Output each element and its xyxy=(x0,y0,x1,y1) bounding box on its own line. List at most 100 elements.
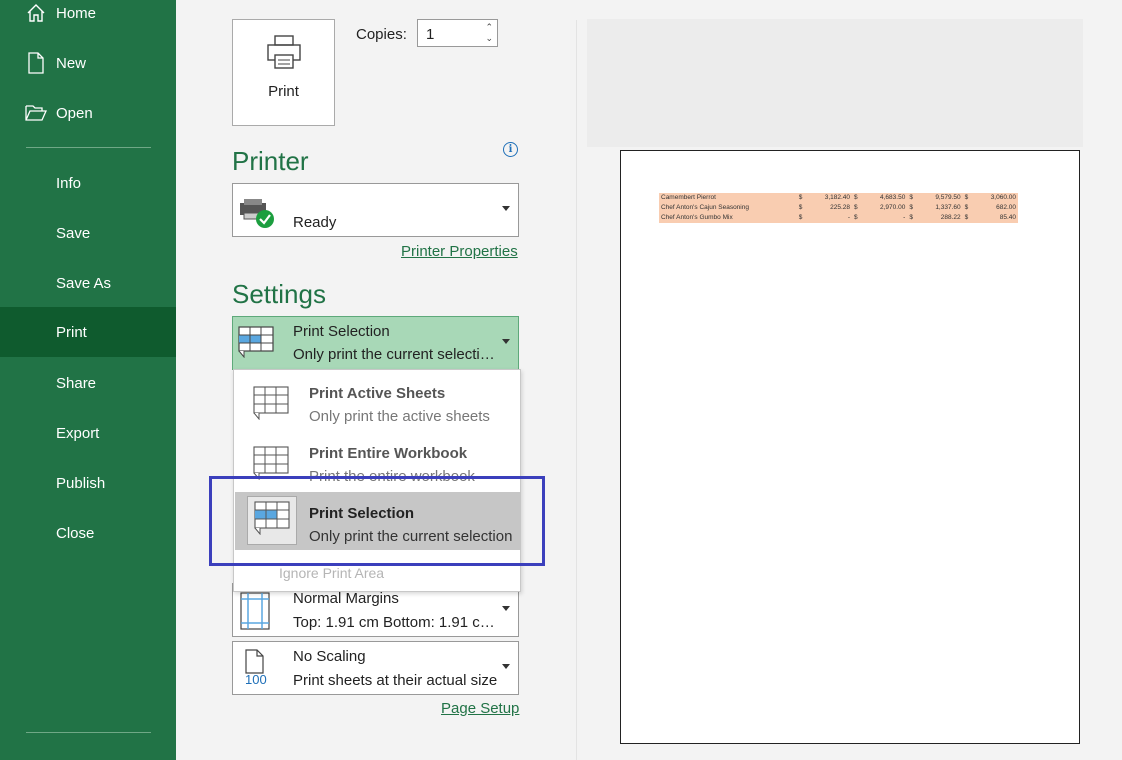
sidebar-item-label: Open xyxy=(56,104,93,122)
sidebar-item-label: Info xyxy=(56,174,82,192)
printer-dropdown[interactable]: Ready xyxy=(232,183,519,237)
menu-item-title: Print Selection xyxy=(309,505,415,522)
chevron-down-icon xyxy=(502,664,510,669)
margins-title: Normal Margins xyxy=(293,590,399,607)
new-document-icon xyxy=(24,51,48,75)
preview-cell: $ xyxy=(907,213,919,223)
preview-row: Camembert Pierrot $3,182.40 $4,683.50 $9,57… xyxy=(659,193,1018,203)
backstage-sidebar: Home New Open Info Save Save As Print Sh… xyxy=(0,0,176,760)
printer-ready-icon xyxy=(238,197,276,236)
preview-cell: - xyxy=(808,213,853,223)
menu-item-print-selection[interactable]: Print Selection Only print the current s… xyxy=(235,492,521,550)
sidebar-item-home[interactable]: Home xyxy=(0,0,176,38)
sidebar-item-label: Publish xyxy=(56,474,106,492)
print-button-label: Print xyxy=(268,83,299,100)
sidebar-item-new[interactable]: New xyxy=(0,38,176,88)
sidebar-item-export[interactable]: Export xyxy=(0,408,176,458)
dropdown-title: Print Selection xyxy=(293,323,390,340)
scaling-title: No Scaling xyxy=(293,648,366,665)
info-icon[interactable]: i xyxy=(503,142,518,157)
sidebar-item-save-as[interactable]: Save As xyxy=(0,258,176,308)
preview-cell: $ xyxy=(907,193,919,203)
preview-cell: 682.00 xyxy=(974,203,1018,213)
menu-item-title: Print Entire Workbook xyxy=(309,445,468,462)
preview-cell: 1,337.60 xyxy=(918,203,963,213)
preview-cell: 3,182.40 xyxy=(808,193,853,203)
chevron-up-icon[interactable]: ⌃ xyxy=(485,22,493,32)
print-what-menu: Print Active Sheets Only print the activ… xyxy=(233,369,521,592)
sidebar-item-publish[interactable]: Publish xyxy=(0,458,176,508)
preview-table: Camembert Pierrot $3,182.40 $4,683.50 $9,57… xyxy=(659,193,1018,223)
margins-subtitle: Top: 1.91 cm Bottom: 1.91 c… xyxy=(293,614,495,631)
home-icon xyxy=(24,1,48,25)
sidebar-item-save[interactable]: Save xyxy=(0,208,176,258)
menu-item-subtitle: Print the entire workbook xyxy=(309,468,475,485)
preview-cell: $ xyxy=(796,213,809,223)
preview-cell: $ xyxy=(852,213,864,223)
sidebar-item-label: Close xyxy=(56,524,95,542)
chevron-down-icon[interactable]: ⌄ xyxy=(485,33,493,43)
chevron-down-icon xyxy=(502,339,510,344)
preview-cell: $ xyxy=(796,203,809,213)
preview-cell: 3,060.00 xyxy=(974,193,1018,203)
copies-value[interactable]: 1 xyxy=(426,26,434,43)
preview-cell: Chef Anton's Gumbo Mix xyxy=(659,213,797,223)
settings-heading: Settings xyxy=(232,279,326,309)
preview-cell: 85.40 xyxy=(974,213,1018,223)
dropdown-subtitle: Only print the current selecti… xyxy=(293,346,495,363)
print-selection-icon xyxy=(247,496,297,545)
preview-cell: 4,683.50 xyxy=(863,193,908,203)
copies-stepper[interactable]: 1 ⌃ ⌄ xyxy=(417,19,498,47)
preview-cell: 288.22 xyxy=(918,213,963,223)
sidebar-item-label: Share xyxy=(56,374,97,392)
menu-item-print-entire-workbook[interactable]: Print Entire Workbook Print the entire w… xyxy=(235,432,520,488)
preview-cell: 9,579.50 xyxy=(918,193,963,203)
sidebar-item-label: New xyxy=(56,54,87,72)
preview-cell: $ xyxy=(962,193,975,203)
preview-cell: $ xyxy=(796,193,809,203)
menu-item-title: Print Active Sheets xyxy=(309,385,446,402)
printer-icon xyxy=(265,34,303,75)
sidebar-divider xyxy=(26,147,151,148)
ignore-print-area-option: Ignore Print Area xyxy=(279,565,385,581)
preview-cell: $ xyxy=(852,203,864,213)
sidebar-item-label: Save xyxy=(56,224,91,242)
print-selection-icon xyxy=(238,326,274,363)
preview-row: Chef Anton's Cajun Seasoning $225.28 $2,97… xyxy=(659,203,1018,213)
menu-item-subtitle: Only print the current selection xyxy=(309,528,513,545)
copies-label: Copies: xyxy=(356,26,407,43)
sidebar-item-open[interactable]: Open xyxy=(0,88,176,138)
sidebar-item-share[interactable]: Share xyxy=(0,358,176,408)
menu-item-print-active-sheets[interactable]: Print Active Sheets Only print the activ… xyxy=(235,372,520,430)
sidebar-divider xyxy=(26,732,151,733)
preview-cell: $ xyxy=(852,193,864,203)
printer-heading: Printer xyxy=(232,146,309,176)
print-what-dropdown[interactable]: Print Selection Only print the current s… xyxy=(232,316,519,370)
scaling-icon-text: 100 xyxy=(245,672,267,687)
preview-cell: $ xyxy=(907,203,919,213)
sidebar-item-label: Home xyxy=(56,4,97,22)
sidebar-item-print[interactable]: Print xyxy=(0,307,176,357)
spin-buttons[interactable]: ⌃ ⌄ xyxy=(485,22,493,44)
sidebar-item-label: Save As xyxy=(56,274,112,292)
printer-properties-link[interactable]: Printer Properties xyxy=(401,243,518,260)
preview-cell: 2,970.00 xyxy=(863,203,908,213)
chevron-down-icon xyxy=(502,606,510,611)
page-setup-link[interactable]: Page Setup xyxy=(441,700,519,717)
pane-divider xyxy=(576,20,577,760)
scaling-subtitle: Print sheets at their actual size xyxy=(293,672,498,689)
entire-workbook-icon xyxy=(253,446,289,485)
sidebar-item-label: Export xyxy=(56,424,100,442)
preview-area xyxy=(587,19,1083,147)
scaling-dropdown[interactable]: 100 No Scaling Print sheets at their act… xyxy=(232,641,519,695)
print-button[interactable]: Print xyxy=(232,19,335,126)
sidebar-item-label: Print xyxy=(56,323,87,341)
open-folder-icon xyxy=(24,101,48,125)
preview-row: Chef Anton's Gumbo Mix $ - $ - $288.22 $85.40 xyxy=(659,213,1018,223)
preview-cell: $ xyxy=(962,213,975,223)
active-sheets-icon xyxy=(253,386,289,425)
sidebar-item-info[interactable]: Info xyxy=(0,158,176,208)
margins-icon xyxy=(239,592,271,635)
sidebar-item-close[interactable]: Close xyxy=(0,508,176,558)
preview-cell: Chef Anton's Cajun Seasoning xyxy=(659,203,797,213)
